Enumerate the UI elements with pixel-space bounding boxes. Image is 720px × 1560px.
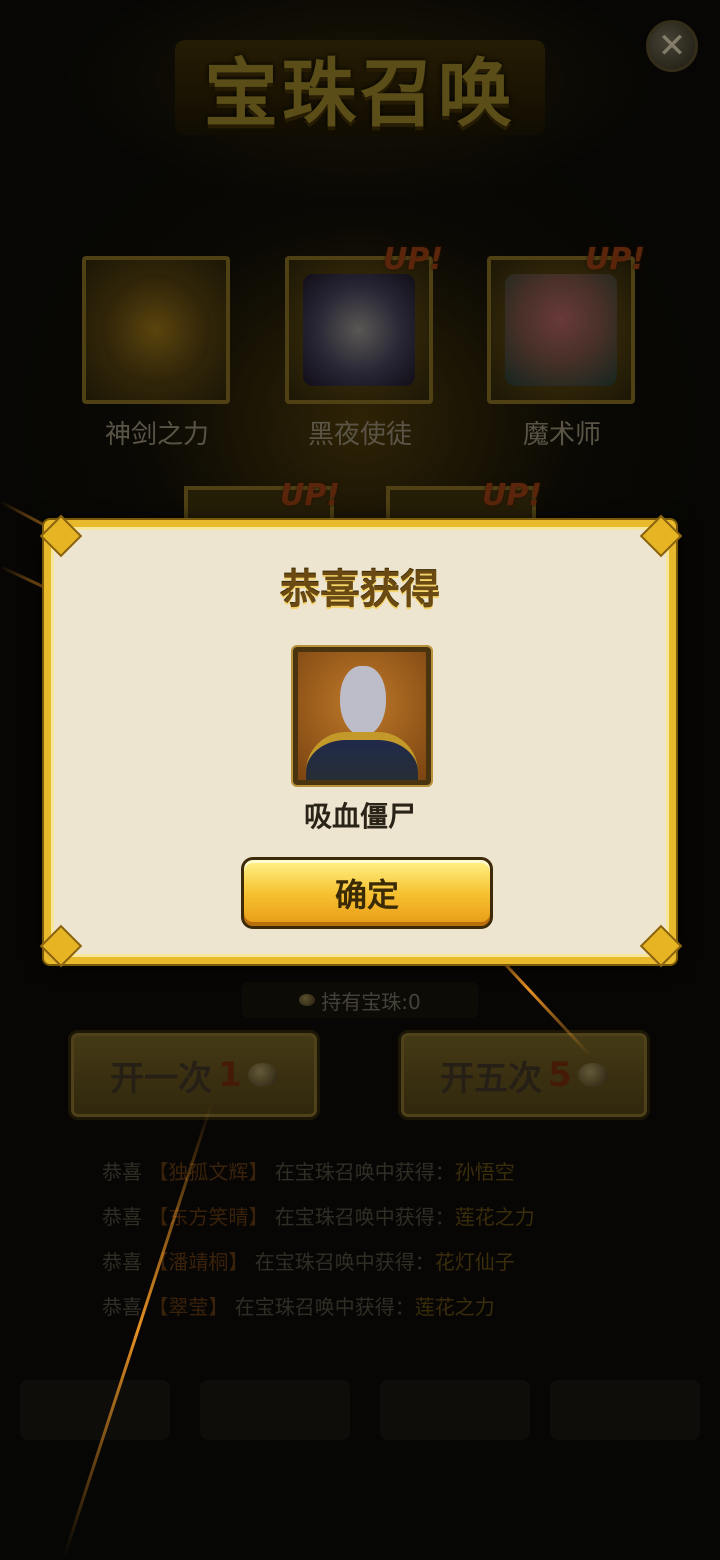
vampire-portrait-icon <box>340 666 386 736</box>
dialog-title: 恭喜获得 <box>280 567 440 613</box>
confirm-label: 确定 <box>334 876 399 914</box>
vampire-body-icon <box>306 732 418 780</box>
reward-dialog: 恭喜获得 吸血僵尸 确定 <box>44 520 676 964</box>
confirm-button[interactable]: 确定 <box>241 857 493 929</box>
reward-item-frame[interactable] <box>293 647 431 785</box>
reward-item-name: 吸血僵尸 <box>303 800 416 833</box>
